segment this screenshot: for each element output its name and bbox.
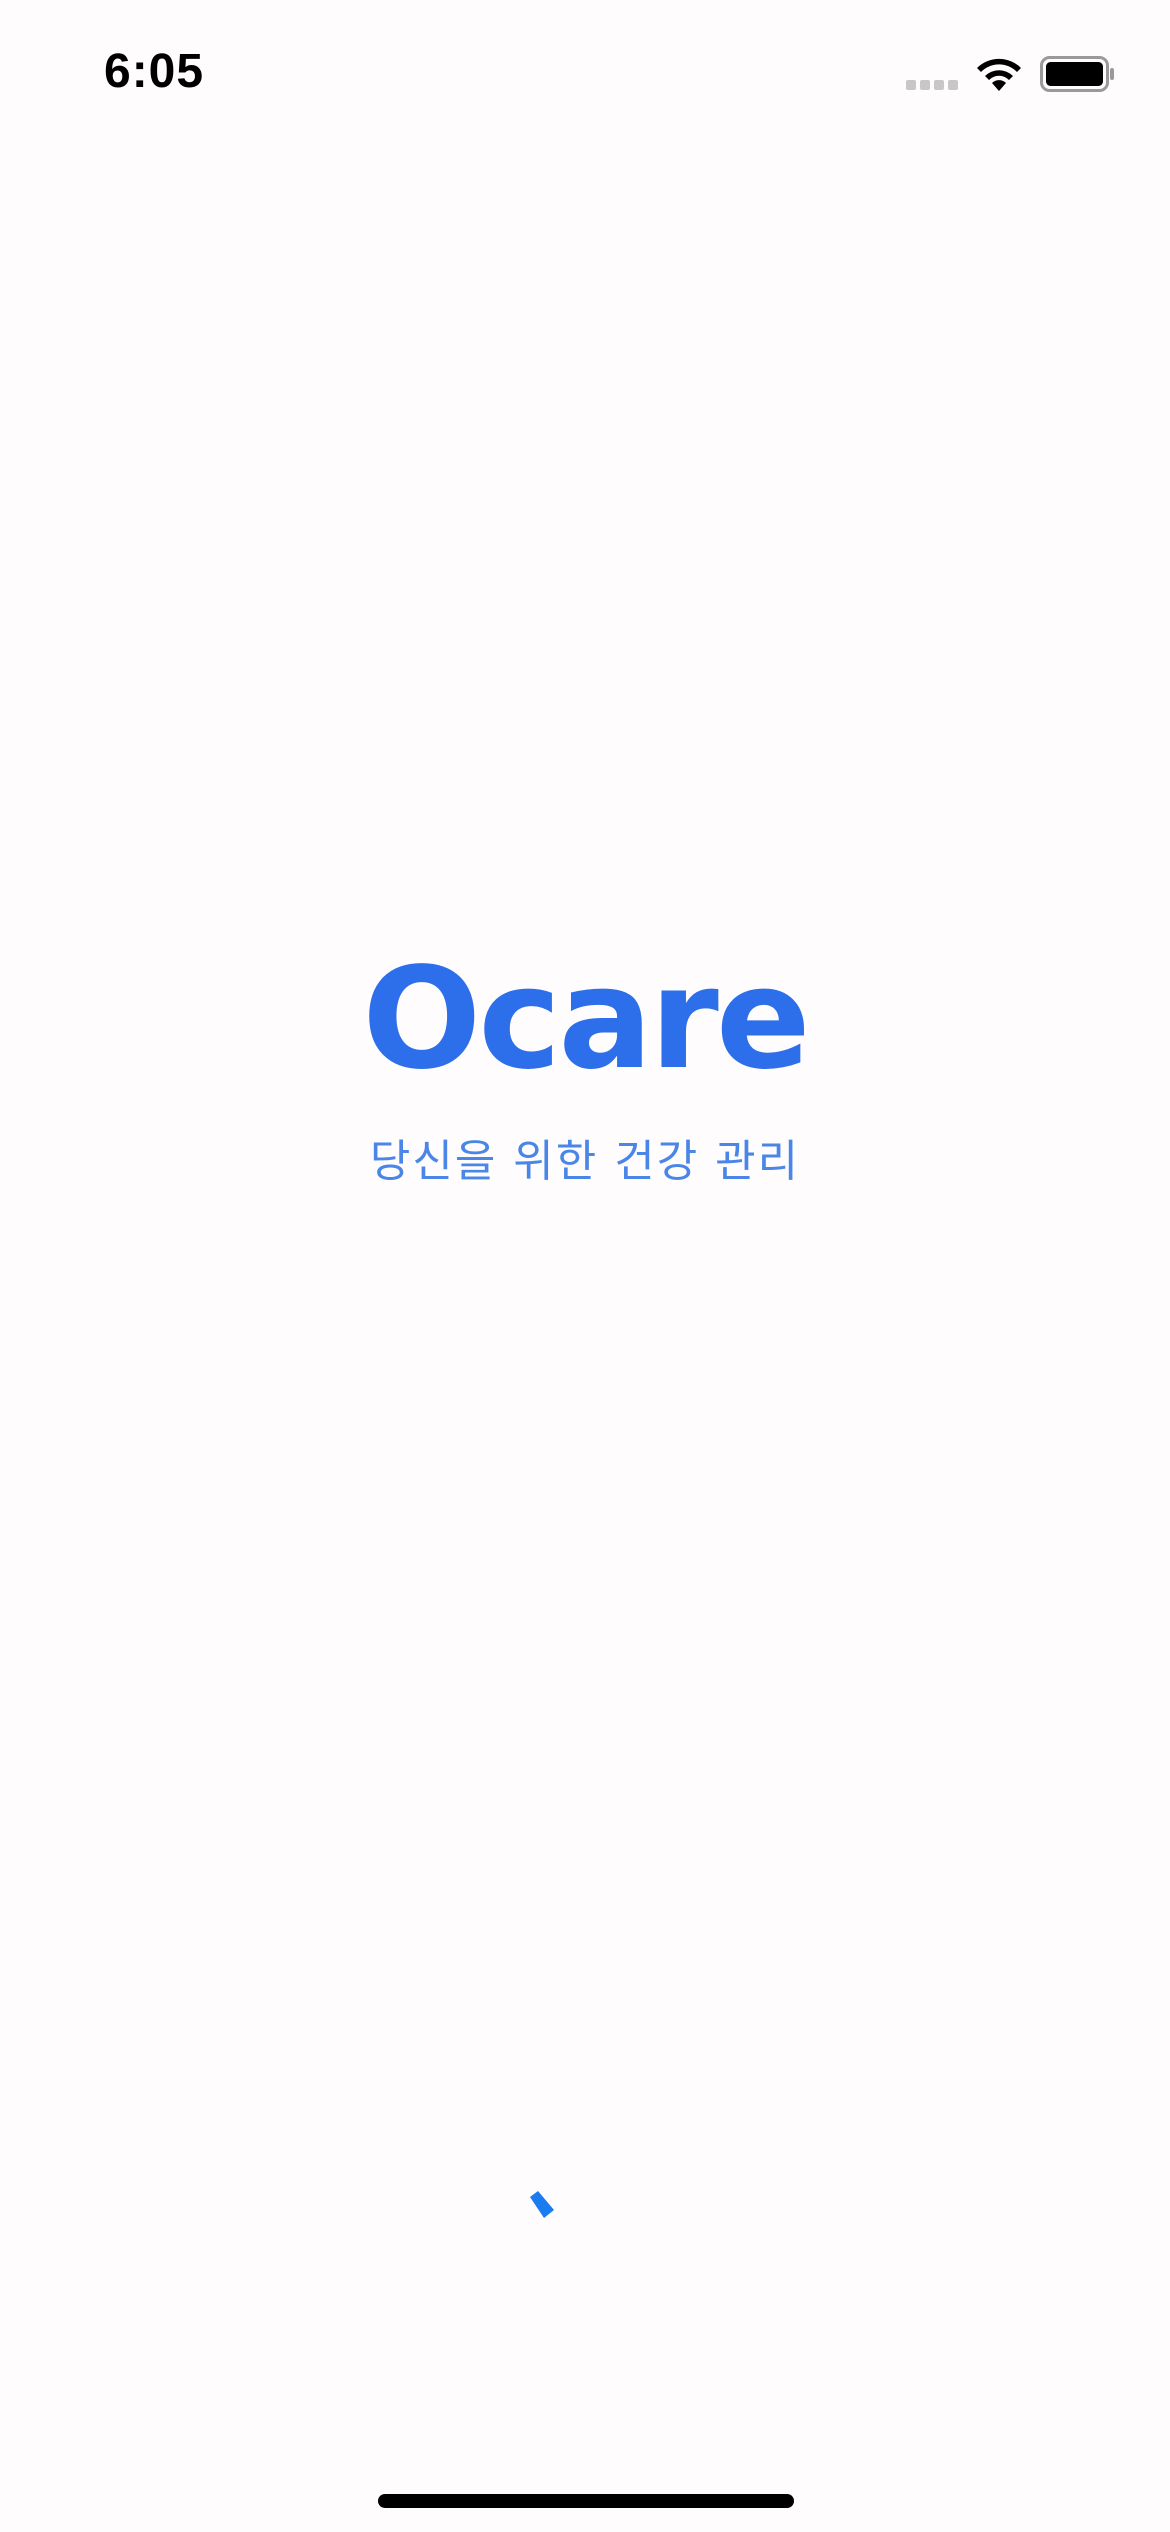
status-bar: 6:05 bbox=[0, 0, 1170, 150]
splash-content: Ocare 당신을 위한 건강 관리 bbox=[0, 930, 1170, 1190]
wifi-icon bbox=[977, 58, 1021, 91]
status-time: 6:05 bbox=[104, 45, 205, 98]
signal-icon bbox=[906, 80, 960, 92]
battery-icon bbox=[1040, 56, 1114, 92]
home-indicator[interactable] bbox=[378, 2494, 794, 2508]
loading-spinner-icon bbox=[530, 2191, 554, 2218]
app-logo: Ocare bbox=[362, 938, 810, 1101]
app-tagline: 당신을 위한 건강 관리 bbox=[369, 1136, 801, 1187]
